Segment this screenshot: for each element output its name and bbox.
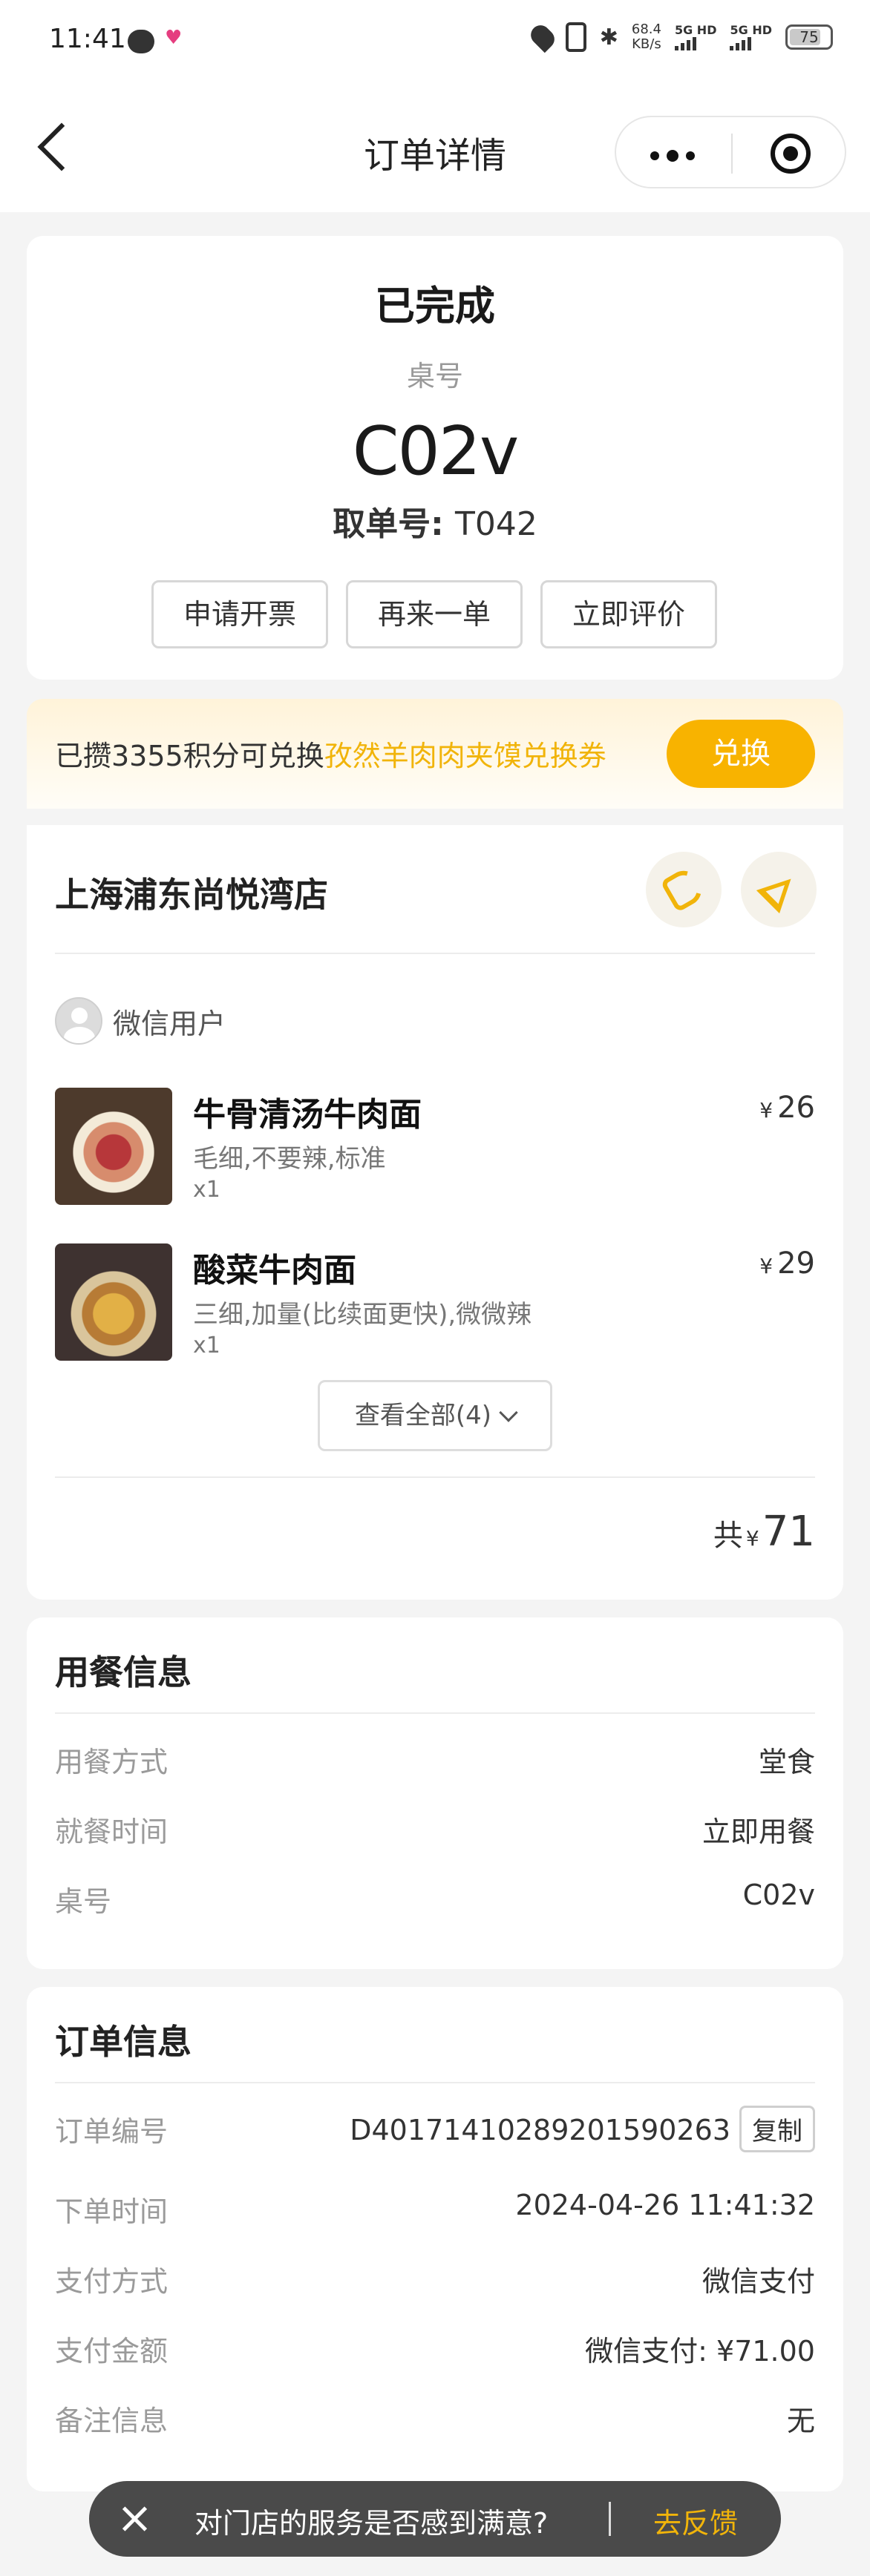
dining-time-row: 就餐时间 立即用餐 (55, 1816, 815, 1848)
status-time: 11:41 (49, 24, 126, 54)
rate-button[interactable]: 立即评价 (540, 580, 717, 648)
order-time-row: 下单时间 2024-04-26 11:41:32 (55, 2189, 815, 2228)
remark-row: 备注信息无 (55, 2405, 815, 2437)
vibrate-icon (565, 22, 586, 52)
reorder-button[interactable]: 再来一单 (346, 580, 523, 648)
navigate-store-button[interactable] (741, 852, 817, 927)
payment-method-row: 支付方式 微信支付 (55, 2265, 815, 2298)
dining-info-card: 用餐信息 用餐方式 堂食 就餐时间 立即用餐 桌号 C02v (27, 1617, 843, 1969)
navigate-icon (756, 867, 803, 914)
item-quantity: x1 (193, 1177, 220, 1203)
order-status: 已完成 (375, 283, 495, 329)
points-text: 已攒3355积分可兑换孜然羊肉肉夹馍兑换券 (55, 740, 606, 772)
order-item: 牛骨清汤牛肉面 毛细,不要辣,标准 x1 ¥26 (55, 1088, 815, 1206)
voucher-name: 孜然羊肉肉夹馍兑换券 (324, 740, 606, 772)
item-image (55, 1243, 172, 1361)
order-info-card: 订单信息 订单编号 D40171410289201590263 复制 下单时间 20… (27, 1987, 843, 2491)
table-label: 桌号 (406, 360, 463, 392)
orderer: 微信用户 (55, 997, 226, 1045)
item-price: ¥29 (759, 1246, 815, 1281)
points-banner: 已攒3355积分可兑换孜然羊肉肉夹馍兑换券 兑换 (27, 699, 843, 809)
exchange-button[interactable]: 兑换 (667, 720, 815, 788)
more-options-icon[interactable] (650, 150, 695, 162)
location-icon (526, 21, 558, 53)
network-speed: 68.4 KB/s (631, 22, 661, 52)
feedback-message: 对门店的服务是否感到满意? (194, 2507, 549, 2540)
signal-sim2-icon: 5G HD (730, 24, 772, 50)
order-item: 酸菜牛肉面 三细,加量(比续面更快),微微辣 x1 ¥29 (55, 1243, 815, 1362)
item-spec: 毛细,不要辣,标准 (193, 1144, 386, 1174)
close-icon[interactable] (119, 2503, 150, 2534)
item-quantity: x1 (193, 1333, 220, 1358)
store-card: 上海浦东尚悦湾店 微信用户 牛骨清汤牛肉面 毛细,不要辣,标准 x1 ¥26 酸… (27, 825, 843, 1600)
section-title: 订单信息 (55, 2022, 192, 2062)
table-number-row: 桌号 C02v (55, 1879, 815, 1918)
order-status-card: 已完成 桌号 C02v 取单号: T042 申请开票 再来一单 立即评价 (27, 236, 843, 680)
feedback-toast: 对门店的服务是否感到满意? 去反馈 (89, 2481, 781, 2557)
heart-notification-icon: ♥ (165, 27, 183, 49)
table-number: C02v (352, 413, 520, 490)
status-bar: 11:41 ♥ ✱ 68.4 KB/s 5G HD 5G HD 75 (0, 0, 870, 89)
request-invoice-button[interactable]: 申请开票 (151, 580, 328, 648)
phone-icon (660, 864, 707, 913)
close-miniprogram-icon[interactable] (771, 134, 811, 174)
avatar (55, 997, 102, 1045)
wechat-notification-icon (128, 30, 154, 53)
item-price: ¥26 (759, 1091, 815, 1125)
dining-mode-row: 用餐方式 堂食 (55, 1746, 815, 1778)
copy-button[interactable]: 复制 (739, 2106, 815, 2152)
signal-sim1-icon: 5G HD (674, 24, 716, 50)
feedback-link[interactable]: 去反馈 (653, 2500, 738, 2541)
payment-amount-row: 支付金额 微信支付: ¥71.00 (55, 2335, 815, 2368)
item-spec: 三细,加量(比续面更快),微微辣 (193, 1300, 532, 1330)
item-name: 酸菜牛肉面 (193, 1252, 356, 1289)
call-store-button[interactable] (646, 852, 722, 927)
section-title: 用餐信息 (55, 1652, 192, 1692)
order-number-row: 订单编号 D40171410289201590263 复制 (55, 2106, 815, 2168)
user-name: 微信用户 (113, 1007, 226, 1040)
pickup-number: 取单号: T042 (333, 505, 537, 543)
item-image (55, 1088, 172, 1205)
order-total: 共 ¥71 (713, 1508, 815, 1556)
item-name: 牛骨清汤牛肉面 (193, 1096, 422, 1134)
bluetooth-icon: ✱ (599, 24, 618, 50)
order-number: D40171410289201590263 (350, 2114, 730, 2146)
chevron-down-icon (499, 1403, 518, 1422)
nav-bar: 订单详情 (0, 89, 870, 212)
battery-icon: 75 (785, 24, 833, 50)
view-all-button[interactable]: 查看全部(4) (318, 1380, 552, 1451)
store-name: 上海浦东尚悦湾店 (55, 875, 328, 915)
miniprogram-capsule (615, 116, 846, 188)
